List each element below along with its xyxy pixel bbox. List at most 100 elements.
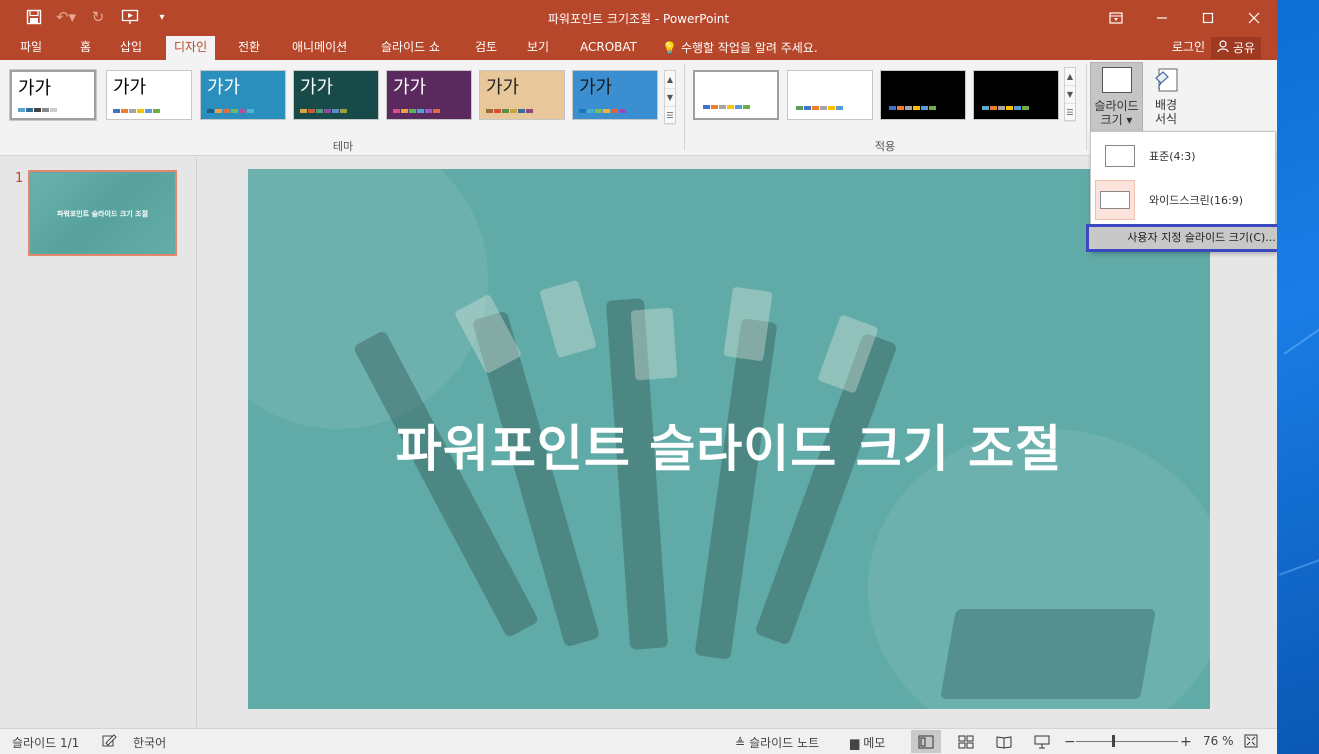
color-swatch [905,106,912,110]
login-link[interactable]: 로그인 [1172,36,1205,60]
gallery-more-icon[interactable]: ☰ [665,107,675,125]
zoom-out-button[interactable]: − [1064,734,1076,750]
tab-design[interactable]: 디자인 [166,36,216,60]
theme-color-bars [486,109,533,113]
menu-item-custom-size[interactable]: 사용자 지정 슬라이드 크기(C)... [1086,224,1277,252]
tab-view[interactable]: 보기 [519,36,557,60]
fit-to-window-icon[interactable] [1244,734,1258,748]
format-bg-label-2: 서식 [1154,112,1178,126]
tab-slideshow[interactable]: 슬라이드 쇼 [373,36,448,60]
color-swatch [1006,106,1013,110]
gallery-more-icon[interactable]: ☰ [1065,104,1075,122]
menu-item-widescreen[interactable]: 와이드스크린(16:9) [1091,180,1275,220]
comments-button[interactable]: ▆ 메모 [850,734,885,751]
color-swatch [316,109,323,113]
color-swatch [703,105,710,109]
scroll-up-icon[interactable]: ▲ [665,71,675,89]
variant-thumb-1[interactable] [693,70,779,120]
tell-me-search[interactable]: 💡 수행할 작업을 알려 주세요. [654,36,826,60]
standard-icon-wrap [1095,136,1135,176]
thumbnail-title: 파워포인트 슬라이드 크기 조절 [56,210,149,218]
menu-item-standard[interactable]: 표준(4:3) [1091,136,1275,176]
tab-home[interactable]: 홈 [72,36,99,60]
color-swatch [913,106,920,110]
spell-check-icon[interactable] [101,734,117,748]
color-swatch [526,109,533,113]
slide-title[interactable]: 파워포인트 슬라이드 크기 조절 [248,409,1210,481]
scroll-down-icon[interactable]: ▼ [665,89,675,107]
notes-button[interactable]: ≜ 슬라이드 노트 [735,734,819,751]
tab-insert[interactable]: 삽입 [112,36,150,60]
color-swatch [137,109,144,113]
themes-group-label: 테마 [332,140,354,153]
group-separator [684,64,685,150]
slide-thumbnails-pane: 1 파워포인트 슬라이드 크기 조절 [0,157,197,727]
background-blur [248,169,488,429]
color-swatch [231,109,238,113]
tab-animations[interactable]: 애니메이션 [284,36,355,60]
color-swatch [223,109,230,113]
ribbon-display-options-icon[interactable] [1093,0,1139,36]
scroll-down-icon[interactable]: ▼ [1065,86,1075,104]
slide-thumbnail[interactable]: 파워포인트 슬라이드 크기 조절 [28,170,177,256]
variant-thumb-2[interactable] [787,70,873,120]
color-swatch [409,109,416,113]
zoom-in-button[interactable]: + [1180,734,1192,750]
scroll-up-icon[interactable]: ▲ [1065,68,1075,86]
variants-gallery-scroll[interactable]: ▲ ▼ ☰ [1064,67,1076,122]
variant-thumb-4[interactable] [973,70,1059,120]
share-button[interactable]: 공유 [1210,37,1261,59]
color-swatch [50,108,57,112]
theme-thumb-organic[interactable]: 가가 [479,70,565,120]
widescreen-size-icon [1100,191,1130,209]
color-swatch [215,109,222,113]
theme-thumb-facet[interactable]: 가가 [200,70,286,120]
variant-color-bars [796,106,843,110]
color-swatch [743,105,750,109]
variants-group-label: 적용 [874,140,896,153]
color-swatch [393,109,400,113]
theme-thumb-office-theme[interactable]: 가가 [106,70,192,120]
powerpoint-window: ↶▾ ↻ ▾ 파워포인트 크기조절 - PowerPoint 파일 홈 삽입 디… [0,0,1277,754]
menu-item-standard-label: 표준(4:3) [1149,150,1196,163]
color-swatch [929,106,936,110]
zoom-level[interactable]: 76 % [1203,734,1234,748]
normal-view-icon[interactable] [911,730,941,753]
theme-thumb-office[interactable]: 가가 [9,69,97,121]
share-label: 공유 [1232,40,1255,55]
tab-acrobat[interactable]: ACROBAT [572,36,645,60]
minimize-icon[interactable] [1139,0,1185,36]
color-swatch [308,109,315,113]
zoom-slider-thumb[interactable] [1112,735,1115,747]
themes-gallery-scroll[interactable]: ▲ ▼ ☰ [664,70,676,125]
slide-canvas[interactable]: 파워포인트 슬라이드 크기 조절 [248,169,1210,709]
ribbon-tabs: 파일 홈 삽입 디자인 전환 애니메이션 슬라이드 쇼 검토 보기 ACROBA… [0,36,1277,60]
language-indicator[interactable]: 한국어 [133,734,166,751]
reading-view-icon[interactable] [989,730,1019,753]
color-swatch [340,109,347,113]
color-swatch [145,109,152,113]
menu-item-widescreen-label: 와이드스크린(16:9) [1149,194,1244,207]
tab-file[interactable]: 파일 [12,36,50,60]
zoom-slider-track[interactable] [1076,741,1178,742]
variant-thumb-3[interactable] [880,70,966,120]
maximize-icon[interactable] [1185,0,1231,36]
color-swatch [603,109,610,113]
theme-thumb-ion[interactable]: 가가 [293,70,379,120]
slide-size-button[interactable]: 슬라이드 크기 ▾ [1090,62,1143,132]
close-icon[interactable] [1231,0,1277,36]
slide-sorter-icon[interactable] [951,730,981,753]
theme-thumb-ion-boardroom[interactable]: 가가 [386,70,472,120]
theme-color-bars [113,109,160,113]
person-icon [1217,38,1229,59]
slideshow-view-icon[interactable] [1027,730,1057,753]
theme-thumb-retrospect[interactable]: 가가 [572,70,658,120]
color-swatch [619,109,626,113]
color-swatch [796,106,803,110]
tab-transitions[interactable]: 전환 [230,36,268,60]
color-swatch [332,109,339,113]
color-swatch [247,109,254,113]
tab-review[interactable]: 검토 [467,36,505,60]
themes-gallery: 가가 가가 가가 가가 가가 가가 가가 ▲ ▼ ☰ [9,67,676,125]
format-background-button[interactable]: 배경 서식 [1146,62,1186,132]
